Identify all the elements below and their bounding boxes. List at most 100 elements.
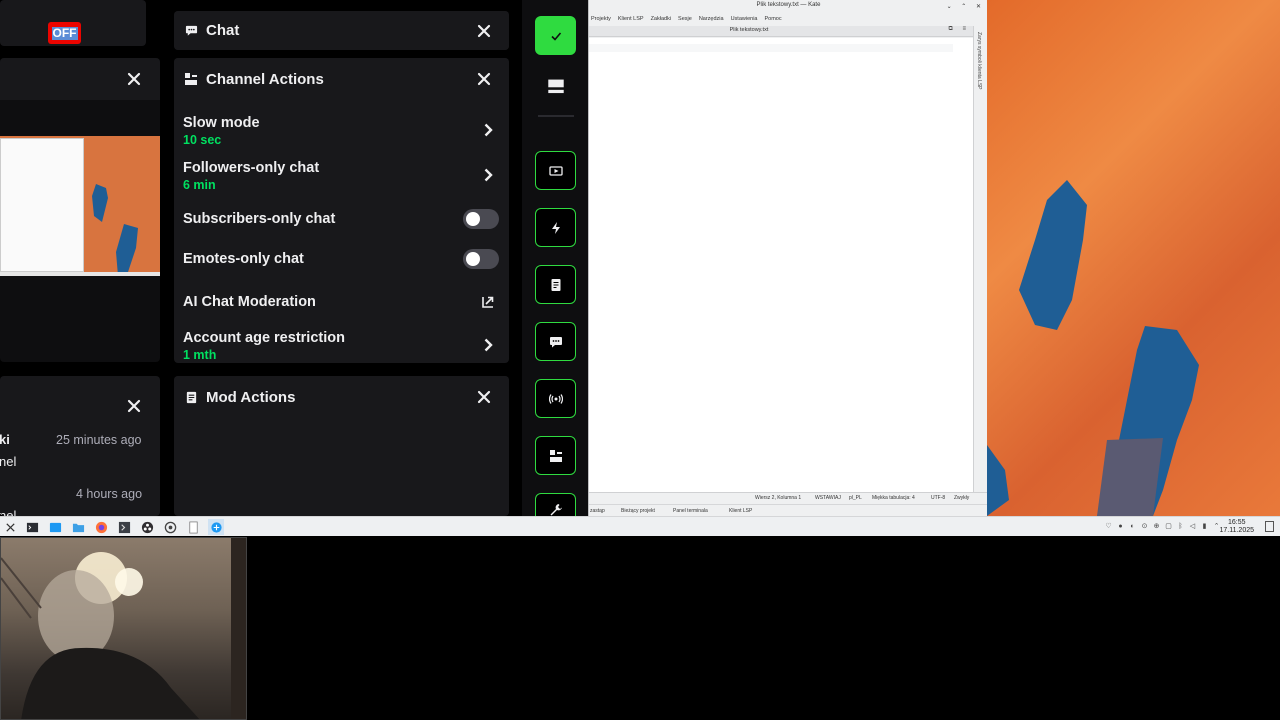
tray-app-icon[interactable]: ◐ <box>1129 522 1136 531</box>
lsp-symbols-label: Zarys symboli klienta LSP <box>976 32 982 90</box>
quick-action-chat[interactable] <box>535 322 576 361</box>
quick-action-clip[interactable] <box>535 151 576 190</box>
tool-button-search[interactable]: zastąp <box>590 508 605 514</box>
taskbar-clock[interactable]: 16:55 17.11.2025 <box>1219 519 1254 535</box>
taskbar-app[interactable] <box>162 519 178 535</box>
wallpaper-shapes <box>987 180 1199 516</box>
quick-action-layout[interactable] <box>535 66 576 105</box>
quick-action-lightning[interactable] <box>535 208 576 247</box>
close-icon <box>477 72 491 86</box>
emotes-only-label: Emotes-only chat <box>183 251 304 267</box>
stream-preview-card <box>0 58 160 362</box>
quick-action-channel-actions[interactable] <box>535 436 576 475</box>
slow-mode-row[interactable]: Slow mode 10 sec <box>183 115 499 149</box>
offline-status-badge: OFF <box>48 22 81 44</box>
quick-action-settings[interactable] <box>535 493 576 516</box>
menu-item[interactable]: Zakładki <box>651 16 671 25</box>
firefox-icon <box>95 521 107 533</box>
channel-actions-title: Channel Actions <box>206 70 324 88</box>
syntax-mode[interactable]: Zwykły <box>954 495 969 501</box>
lsp-symbols-sidebar[interactable]: Zarys symboli klienta LSP <box>973 26 987 492</box>
taskbar-firefox[interactable] <box>93 519 109 535</box>
input-mode[interactable]: WSTAWIAJ <box>815 495 841 501</box>
quick-action-check[interactable] <box>535 16 576 55</box>
activity-detail: nel <box>0 508 17 516</box>
taskbar-obs[interactable] <box>139 519 155 535</box>
taskbar-text-editor[interactable] <box>185 519 201 535</box>
close-preview-button[interactable] <box>124 69 144 89</box>
quick-action-broadcast[interactable] <box>535 379 576 418</box>
activity-detail: nel <box>0 454 17 469</box>
account-age-label: Account age restriction <box>183 330 345 346</box>
ai-chat-moderation-label: AI Chat Moderation <box>183 294 316 310</box>
tray-volume-icon[interactable]: ◁ <box>1189 522 1196 531</box>
text-editor-area[interactable] <box>589 38 974 492</box>
activity-name: ki <box>0 432 10 447</box>
system-taskbar: ♡ ● ◐ ⊙ ⊕ ▢ ᛒ ◁ ▮ ⌃ 16:55 17.11.2025 <box>0 516 1280 536</box>
followers-only-row[interactable]: Followers-only chat 6 min <box>183 160 499 194</box>
tab-bar-buttons[interactable]: ⧉ ≡ <box>949 26 970 33</box>
chat-bubble-icon <box>184 24 198 38</box>
tool-button-project[interactable]: Bieżący projekt <box>621 508 655 514</box>
lightning-icon <box>551 221 560 234</box>
notes-icon <box>551 278 560 291</box>
close-icon <box>477 390 491 404</box>
channel-actions-card: Channel Actions Slow mode 10 sec Followe… <box>174 58 509 363</box>
tray-obs-icon[interactable]: ● <box>1117 522 1124 531</box>
taskbar-terminal[interactable] <box>24 519 40 535</box>
quick-action-notes[interactable] <box>535 265 576 304</box>
menu-item[interactable]: Pomoc <box>764 16 781 25</box>
kate-tab-bar: Plik tekstowy.txt ⧉ ≡ <box>589 26 974 37</box>
close-mod-actions-button[interactable] <box>474 387 494 407</box>
document-tab[interactable]: Plik tekstowy.txt <box>709 27 789 33</box>
kate-window-controls[interactable]: ⌄ ⌃ ✕ <box>947 3 985 10</box>
taskbar-konsole[interactable] <box>116 519 132 535</box>
tray-network-icon[interactable]: ⊕ <box>1153 522 1160 531</box>
account-age-value: 1 mth <box>183 348 217 362</box>
preview-taskbar <box>0 272 160 276</box>
chat-bubble-icon <box>549 336 562 347</box>
dictionary-language[interactable]: pl_PL <box>849 495 862 501</box>
stream-preview-thumbnail[interactable] <box>0 136 160 276</box>
circle-app-icon <box>164 521 176 533</box>
tray-heart-icon[interactable]: ♡ <box>1105 522 1112 531</box>
show-desktop-button[interactable] <box>1265 521 1274 532</box>
stream-manager-dashboard: OFF ki 25 minutes ago nel 4 hours ago ne… <box>0 0 522 516</box>
taskbar-file-manager[interactable] <box>70 519 86 535</box>
mod-actions-title: Mod Actions <box>206 388 296 406</box>
menu-item[interactable]: Projekty <box>591 16 611 25</box>
close-activity-button[interactable] <box>124 396 144 416</box>
tray-bluetooth-icon[interactable]: ᛒ <box>1177 522 1184 531</box>
channel-actions-icon <box>184 72 198 86</box>
tray-battery-icon[interactable]: ▮ <box>1201 522 1208 531</box>
menu-item[interactable]: Sesje <box>678 16 692 25</box>
chevron-right-icon <box>484 168 493 182</box>
close-chat-button[interactable] <box>474 21 494 41</box>
tray-clipboard-icon[interactable]: ⊙ <box>1141 522 1148 531</box>
taskbar-discover[interactable] <box>47 519 63 535</box>
tool-button-lsp[interactable]: Klient LSP <box>729 508 752 514</box>
external-link-icon <box>482 296 494 308</box>
tool-button-terminal[interactable]: Panel terminala <box>673 508 708 514</box>
taskbar-kate[interactable] <box>208 519 224 535</box>
file-encoding[interactable]: UTF-8 <box>931 495 945 501</box>
account-age-row[interactable]: Account age restriction 1 mth <box>183 330 499 363</box>
menu-item[interactable]: Narzędzia <box>699 16 724 25</box>
store-icon <box>49 522 61 532</box>
subscribers-only-toggle[interactable] <box>463 209 499 229</box>
slow-mode-label: Slow mode <box>183 115 260 131</box>
kate-editor-window: Plik tekstowy.txt — Kate ⌄ ⌃ ✕ Projekty … <box>588 0 988 516</box>
clip-icon <box>548 165 563 176</box>
ai-chat-moderation-row[interactable]: AI Chat Moderation <box>183 291 499 313</box>
indentation-setting[interactable]: Miękka tabulacja: 4 <box>872 495 915 501</box>
close-channel-actions-button[interactable] <box>474 69 494 89</box>
emotes-only-toggle[interactable] <box>463 249 499 269</box>
cursor-position[interactable]: Wiersz 2, Kolumna 1 <box>755 495 801 501</box>
menu-item[interactable]: Klient LSP <box>618 16 644 25</box>
menu-item[interactable]: Ustawienia <box>731 16 758 25</box>
console-icon <box>118 521 130 533</box>
taskbar-app-launcher[interactable] <box>2 519 18 535</box>
stream-preview-header <box>0 58 160 100</box>
pin-icon <box>5 522 15 532</box>
tray-devices-icon[interactable]: ▢ <box>1165 522 1172 531</box>
